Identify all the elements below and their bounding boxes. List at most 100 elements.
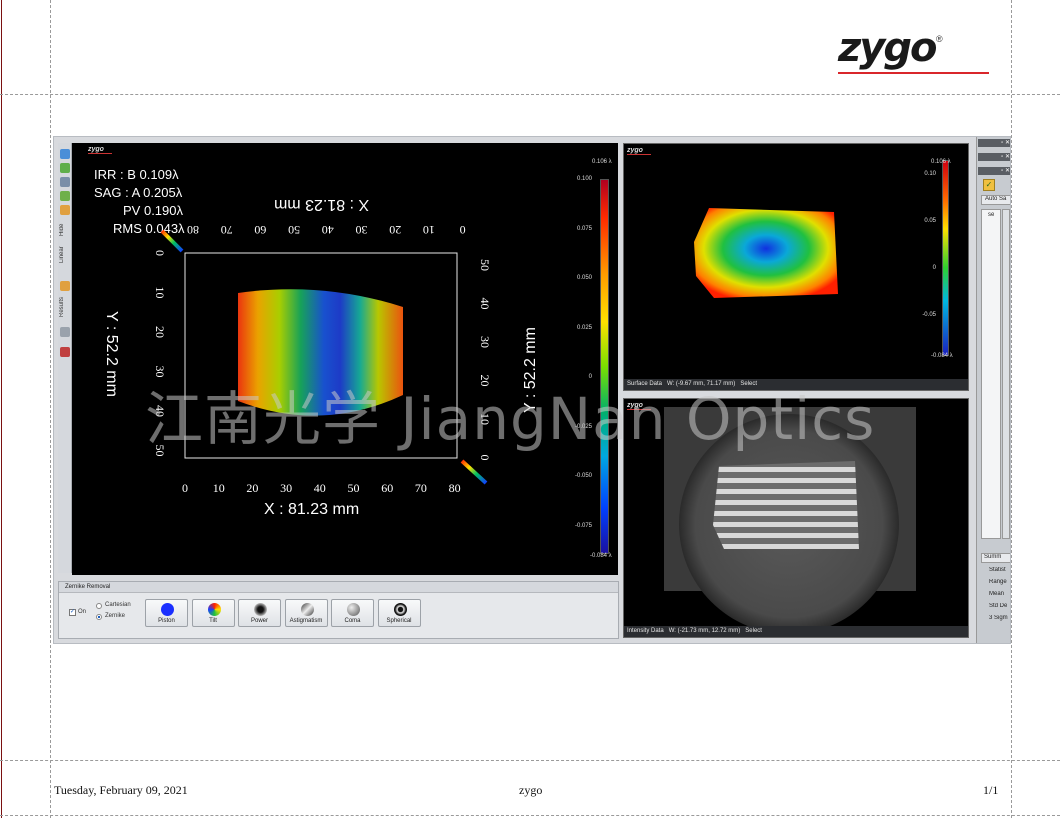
y-tick-label-left: 10	[153, 287, 167, 299]
zernike-removal-panel: Zernike Removal ✓ On Cartesian Zernike P…	[58, 581, 619, 639]
watermark: 江南光学 JiangNan Optics	[145, 385, 876, 453]
settings-icon[interactable]	[60, 327, 70, 337]
colorbar-tick: 0.025	[576, 324, 592, 331]
results-column-header[interactable]: se	[988, 212, 994, 218]
colorbar-tick: 0.075	[576, 225, 592, 232]
results-scrollbar[interactable]	[1002, 209, 1010, 539]
footer-guide	[0, 760, 1060, 761]
x-axis-label: X : 81.23 mm	[264, 501, 360, 518]
piston-icon	[161, 603, 174, 616]
colorbar-tick: -0.05	[922, 312, 936, 318]
zernike-radio[interactable]	[96, 614, 102, 620]
tab-linear[interactable]: Linear	[59, 243, 71, 267]
x-tick-label-top: 50	[288, 223, 300, 237]
footer-center: zygo	[519, 783, 543, 797]
checkmark-icon[interactable]: ✓	[983, 179, 995, 191]
colorbar-min-label: -0.084 λ	[590, 553, 612, 559]
registered-mark: ®	[936, 34, 943, 44]
zernike-term-label: Power	[250, 618, 268, 624]
colorbar-tick: 0.100	[576, 176, 592, 182]
y-tick-label-right: 30	[478, 336, 492, 348]
x-tick-label-top: 60	[254, 223, 266, 237]
colorbar-tick: 0.10	[924, 171, 936, 177]
y-axis-label-left: Y : 52.2 mm	[103, 311, 120, 397]
surface-3d-plot[interactable]: zygo IRR : B 0.109λ SAG : A 0.205λ PV 0.19…	[72, 143, 618, 575]
hide-tab-icon[interactable]	[60, 205, 70, 215]
main-colorbar	[600, 179, 609, 554]
zernike-term-label: Piston	[158, 618, 175, 624]
spherical-button[interactable]: Spherical	[377, 599, 421, 627]
astigmatism-icon	[300, 603, 314, 616]
grid-icon[interactable]	[60, 191, 70, 201]
tab-results[interactable]: Results	[59, 293, 71, 321]
colorbar-tick: -0.075	[574, 522, 592, 529]
x-axis-label-mirrored: X : 81.23 mm	[274, 196, 370, 213]
right-dock: ▫ ✕ ▫ ✕ ▫ ✕ ✓ Auto Sa se Summ Statist Ra…	[976, 137, 1010, 643]
summary-header: Statist	[989, 567, 1006, 573]
results-tab-icon[interactable]	[60, 281, 70, 291]
summary-row: Mean	[989, 591, 1005, 597]
colorbar-tick: 0	[932, 265, 936, 271]
summary-tab[interactable]: Summ	[981, 553, 1010, 563]
intensity-status-label: Intensity Data	[627, 628, 664, 634]
y-tick-label-right: 40	[478, 298, 492, 310]
cartesian-label: Cartesian	[105, 602, 131, 608]
x-tick-label: 70	[415, 481, 427, 495]
dock-window-controls-3[interactable]: ▫ ✕	[978, 167, 1010, 175]
x-tick-label-top: 10	[423, 223, 435, 237]
summary-row: 3 Sigm	[989, 615, 1008, 621]
logo-underline	[838, 72, 989, 74]
x-tick-label-top: 80	[187, 223, 199, 237]
x-tick-label: 20	[246, 481, 258, 495]
tab-hide[interactable]: Hide	[59, 219, 71, 241]
zernike-term-label: Astigmatism	[289, 618, 323, 624]
summary-row: Range	[989, 579, 1007, 585]
x-tick-label-top: 40	[322, 223, 334, 237]
report-icon[interactable]	[60, 347, 70, 357]
zernike-term-label: Tilt	[209, 618, 217, 624]
results-list[interactable]: se	[981, 209, 1001, 539]
tilt-button[interactable]: Tilt	[191, 599, 235, 627]
refresh-icon[interactable]	[60, 163, 70, 173]
surface-data-panel[interactable]: zygo 0.106 λ -0.084 λ 0.10 0.05 0 -0.05 …	[623, 143, 969, 391]
report-page: zygo ® Hide Linear Results zygo IRR : B …	[0, 0, 1060, 818]
coma-button[interactable]: Coma	[331, 599, 374, 627]
colorbar-max-label: 0.106 λ	[592, 159, 612, 165]
summary-row: Std De	[989, 603, 1008, 609]
x-tick-label-top: 20	[389, 223, 401, 237]
y-tick-label-left: 20	[153, 326, 167, 338]
zygo-logo: zygo ®	[838, 25, 990, 76]
x-tick-label-top: 30	[356, 223, 368, 237]
coma-icon	[347, 603, 360, 616]
page-left-border	[1, 0, 2, 818]
zernike-panel-title: Zernike Removal	[59, 582, 618, 593]
spherical-icon	[393, 603, 407, 616]
power-button[interactable]: Power	[238, 599, 281, 627]
dock-window-controls-1[interactable]: ▫ ✕	[978, 139, 1010, 147]
on-checkbox[interactable]: ✓	[69, 609, 76, 616]
auto-save-button[interactable]: Auto Sa	[981, 195, 1010, 205]
left-margin-guide	[50, 0, 51, 818]
surface-colorbar	[942, 160, 949, 356]
x-tick-label: 40	[314, 481, 326, 495]
y-tick-label-left: 0	[153, 250, 167, 256]
bottom-guide	[0, 815, 1060, 816]
x-tick-label-top: 0	[460, 223, 466, 237]
logo-text: zygo	[838, 25, 937, 71]
x-tick-label-top: 70	[221, 223, 233, 237]
on-label: On	[78, 609, 87, 615]
zernike-term-label: Spherical	[386, 618, 412, 624]
x-tick-label: 60	[381, 481, 393, 495]
surface-colorbar-min: -0.084 λ	[931, 353, 953, 359]
x-tick-label: 10	[213, 481, 225, 495]
view-icon[interactable]	[60, 177, 70, 187]
piston-button[interactable]: Piston	[145, 599, 188, 627]
colorbar-tick: 0.050	[576, 275, 592, 281]
astigmatism-button[interactable]: Astigmatism	[284, 599, 328, 627]
dock-window-controls-2[interactable]: ▫ ✕	[978, 153, 1010, 161]
intensity-cursor-readout: W: (-21.73 mm, 12.72 mm)	[668, 628, 741, 634]
cartesian-radio[interactable]	[96, 603, 102, 609]
y-tick-label-right: 50	[478, 259, 492, 271]
intensity-select-mode[interactable]: Select	[745, 628, 762, 634]
navigate-icon[interactable]	[60, 149, 70, 159]
